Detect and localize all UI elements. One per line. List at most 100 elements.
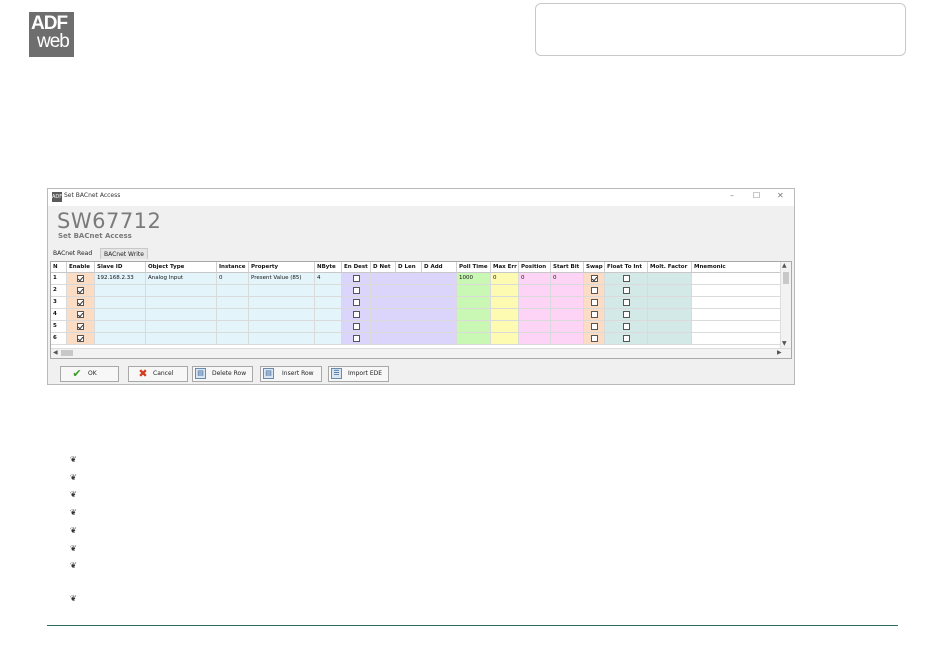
cell-float-to-int[interactable] [605, 285, 648, 297]
cell-d-net[interactable] [371, 285, 396, 297]
scroll-right-icon[interactable]: ▶ [777, 349, 782, 356]
float-to-int-checkbox[interactable] [623, 335, 630, 342]
cell-enable[interactable] [67, 285, 95, 297]
cell-d-add[interactable] [422, 309, 457, 321]
cell-slave-id[interactable] [95, 297, 146, 309]
cell-en-dest[interactable] [342, 273, 371, 285]
cell-position[interactable]: 0 [519, 273, 551, 285]
cell-mnemonic[interactable] [692, 333, 784, 345]
ok-button[interactable]: ✔ OK [60, 366, 119, 382]
scroll-up-icon[interactable]: ▲ [782, 262, 787, 269]
cell-d-add[interactable] [422, 273, 457, 285]
cell-slave-id[interactable] [95, 285, 146, 297]
cell-molt-factor[interactable] [648, 309, 692, 321]
cell-slave-id[interactable] [95, 309, 146, 321]
cell-object-type[interactable] [146, 321, 217, 333]
enable-checkbox[interactable] [77, 275, 84, 282]
cell-poll-time[interactable]: 1000 [457, 273, 491, 285]
cell-enable[interactable] [67, 297, 95, 309]
cell-d-net[interactable] [371, 333, 396, 345]
scroll-thumb[interactable] [783, 272, 789, 284]
enable-checkbox[interactable] [77, 335, 84, 342]
cell-en-dest[interactable] [342, 321, 371, 333]
cell-mnemonic[interactable] [692, 297, 784, 309]
cell-instance[interactable] [217, 285, 249, 297]
cell-swap[interactable] [584, 273, 605, 285]
cell-nbyte[interactable]: 4 [315, 273, 342, 285]
float-to-int-checkbox[interactable] [623, 275, 630, 282]
cell-molt-factor[interactable] [648, 273, 692, 285]
cell-enable[interactable] [67, 333, 95, 345]
cell-object-type[interactable] [146, 285, 217, 297]
cell-d-net[interactable] [371, 297, 396, 309]
cell-max-err[interactable]: 0 [491, 273, 519, 285]
import-ede-button[interactable]: ☰ Import EDE [328, 366, 389, 382]
cell-max-err[interactable] [491, 333, 519, 345]
cell-position[interactable] [519, 285, 551, 297]
cell-max-err[interactable] [491, 309, 519, 321]
scroll-left-icon[interactable]: ◀ [53, 349, 58, 356]
cell-d-net[interactable] [371, 309, 396, 321]
cell-en-dest[interactable] [342, 333, 371, 345]
cell-enable[interactable] [67, 273, 95, 285]
enable-checkbox[interactable] [77, 287, 84, 294]
insert-row-button[interactable]: ▤ Insert Row [260, 366, 322, 382]
enable-checkbox[interactable] [77, 323, 84, 330]
cell-molt-factor[interactable] [648, 297, 692, 309]
cell-nbyte[interactable] [315, 309, 342, 321]
cell-max-err[interactable] [491, 285, 519, 297]
cell-d-add[interactable] [422, 333, 457, 345]
cell-d-net[interactable] [371, 321, 396, 333]
en-dest-checkbox[interactable] [353, 311, 360, 318]
hscroll-thumb[interactable] [61, 350, 73, 356]
cell-start-bit[interactable]: 0 [551, 273, 584, 285]
cell-property[interactable] [249, 285, 315, 297]
cell-d-len[interactable] [396, 273, 422, 285]
cell-d-add[interactable] [422, 321, 457, 333]
cell-poll-time[interactable] [457, 285, 491, 297]
cell-d-len[interactable] [396, 321, 422, 333]
cell-en-dest[interactable] [342, 285, 371, 297]
cell-en-dest[interactable] [342, 309, 371, 321]
float-to-int-checkbox[interactable] [623, 299, 630, 306]
cell-object-type[interactable] [146, 309, 217, 321]
cell-property[interactable]: Present Value (85) [249, 273, 315, 285]
close-button[interactable]: ✕ [777, 191, 784, 200]
cell-object-type[interactable]: Analog Input [146, 273, 217, 285]
cell-swap[interactable] [584, 297, 605, 309]
cell-float-to-int[interactable] [605, 297, 648, 309]
cell-max-err[interactable] [491, 321, 519, 333]
cell-start-bit[interactable] [551, 333, 584, 345]
swap-checkbox[interactable] [591, 275, 598, 282]
cell-nbyte[interactable] [315, 333, 342, 345]
cell-enable[interactable] [67, 321, 95, 333]
cell-poll-time[interactable] [457, 333, 491, 345]
enable-checkbox[interactable] [77, 311, 84, 318]
swap-checkbox[interactable] [591, 335, 598, 342]
cell-poll-time[interactable] [457, 297, 491, 309]
cell-swap[interactable] [584, 309, 605, 321]
cell-d-len[interactable] [396, 309, 422, 321]
cell-object-type[interactable] [146, 333, 217, 345]
cell-start-bit[interactable] [551, 321, 584, 333]
cell-swap[interactable] [584, 321, 605, 333]
cell-instance[interactable] [217, 309, 249, 321]
cell-en-dest[interactable] [342, 297, 371, 309]
cell-slave-id[interactable] [95, 321, 146, 333]
cell-object-type[interactable] [146, 297, 217, 309]
cell-poll-time[interactable] [457, 321, 491, 333]
cell-property[interactable] [249, 297, 315, 309]
cell-slave-id[interactable]: 192.168.2.33 [95, 273, 146, 285]
swap-checkbox[interactable] [591, 287, 598, 294]
cell-float-to-int[interactable] [605, 309, 648, 321]
enable-checkbox[interactable] [77, 299, 84, 306]
cell-nbyte[interactable] [315, 321, 342, 333]
horizontal-scrollbar[interactable]: ◀ ▶ [51, 348, 791, 358]
cell-max-err[interactable] [491, 297, 519, 309]
cell-mnemonic[interactable] [692, 321, 784, 333]
cell-d-add[interactable] [422, 297, 457, 309]
cell-float-to-int[interactable] [605, 333, 648, 345]
en-dest-checkbox[interactable] [353, 287, 360, 294]
cell-position[interactable] [519, 321, 551, 333]
en-dest-checkbox[interactable] [353, 299, 360, 306]
